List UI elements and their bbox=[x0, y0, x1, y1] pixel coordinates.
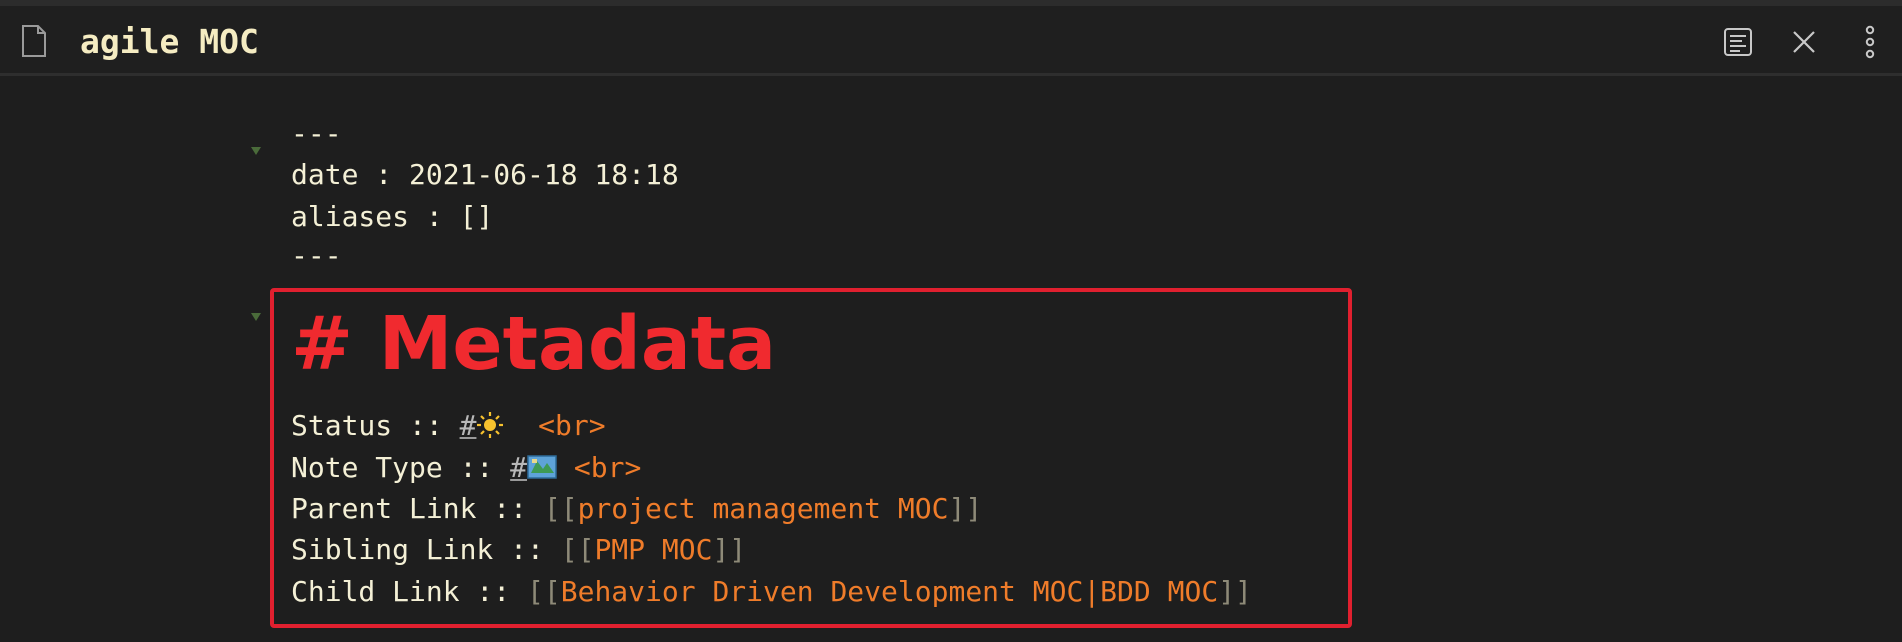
parent-link-line: Parent Link :: [[project management MOC]… bbox=[291, 489, 982, 529]
parent-link-open-bracket: [[ bbox=[543, 492, 578, 525]
sun-emoji-icon bbox=[476, 410, 504, 450]
child-link[interactable]: Behavior Driven Development MOC|BDD MOC bbox=[561, 575, 1218, 608]
parent-link[interactable]: project management MOC bbox=[578, 492, 949, 525]
status-line: Status :: # <br> bbox=[291, 406, 606, 450]
sibling-link-line: Sibling Link :: [[PMP MOC]] bbox=[291, 530, 746, 570]
close-icon bbox=[1791, 29, 1817, 55]
sibling-link-open-bracket: [[ bbox=[560, 533, 595, 566]
status-tag[interactable]: # bbox=[460, 409, 505, 442]
status-br: <br> bbox=[538, 409, 606, 442]
metadata-heading: # Metadata bbox=[291, 301, 777, 387]
child-link-line: Child Link :: [[Behavior Driven Developm… bbox=[291, 572, 1252, 612]
note-type-label: Note Type :: bbox=[291, 451, 511, 484]
file-icon bbox=[20, 24, 48, 58]
status-label: Status :: bbox=[291, 409, 460, 442]
close-button[interactable] bbox=[1784, 22, 1824, 62]
map-emoji-icon bbox=[527, 452, 557, 492]
frontmatter-close-delimiter: --- bbox=[291, 239, 342, 272]
note-type-tag[interactable]: # bbox=[510, 451, 557, 484]
sibling-link-label: Sibling Link :: bbox=[291, 533, 561, 566]
frontmatter-open-delimiter: --- bbox=[291, 117, 342, 150]
child-link-open-bracket: [[ bbox=[527, 575, 561, 608]
reading-view-icon bbox=[1723, 27, 1753, 57]
sibling-link-close-bracket: ]] bbox=[712, 533, 747, 566]
more-options-button[interactable] bbox=[1850, 22, 1890, 62]
parent-link-label: Parent Link :: bbox=[291, 492, 544, 525]
fold-heading-icon[interactable] bbox=[249, 310, 263, 324]
parent-link-close-bracket: ]] bbox=[948, 492, 983, 525]
child-link-label: Child Link :: bbox=[291, 575, 528, 608]
note-type-line: Note Type :: # <br> bbox=[291, 448, 641, 492]
frontmatter-date: date : 2021-06-18 18:18 bbox=[291, 158, 679, 191]
reading-view-button[interactable] bbox=[1718, 22, 1758, 62]
fold-frontmatter-icon[interactable] bbox=[249, 144, 263, 158]
status-tag-hash: # bbox=[459, 409, 477, 442]
note-type-br: <br> bbox=[573, 451, 642, 484]
tab-header: agile MOC bbox=[0, 6, 1902, 76]
editor-content[interactable]: --- date : 2021-06-18 18:18 aliases : []… bbox=[0, 76, 1902, 642]
note-type-tag-hash: # bbox=[510, 451, 528, 484]
sibling-link[interactable]: PMP MOC bbox=[594, 533, 712, 566]
note-title: agile MOC bbox=[80, 22, 259, 61]
child-link-close-bracket: ]] bbox=[1218, 575, 1252, 608]
more-options-icon bbox=[1864, 25, 1876, 59]
frontmatter-aliases: aliases : [] bbox=[291, 200, 494, 233]
